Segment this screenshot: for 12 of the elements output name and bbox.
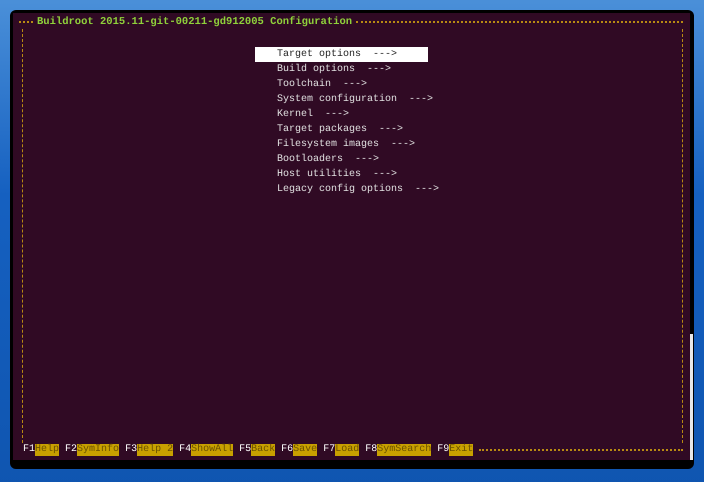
config-title: Buildroot 2015.11-git-00211-gd912005 Configuration bbox=[36, 16, 354, 28]
menu-item[interactable]: Target options ---> bbox=[255, 47, 428, 62]
scrollbar[interactable] bbox=[690, 334, 693, 460]
menu-item[interactable]: Filesystem images ---> bbox=[255, 137, 428, 152]
menu-item[interactable]: Bootloaders ---> bbox=[255, 152, 428, 167]
menu-item[interactable]: System configuration ---> bbox=[255, 92, 434, 107]
menu-item[interactable]: Target packages ---> bbox=[255, 122, 428, 137]
menu-item[interactable]: Kernel ---> bbox=[255, 107, 428, 122]
menu-item[interactable]: Build options ---> bbox=[255, 62, 428, 77]
menu-item[interactable]: Toolchain ---> bbox=[255, 77, 428, 92]
menu-item[interactable]: Legacy config options ---> bbox=[255, 182, 440, 197]
menu-item[interactable]: Host utilities ---> bbox=[255, 167, 428, 182]
